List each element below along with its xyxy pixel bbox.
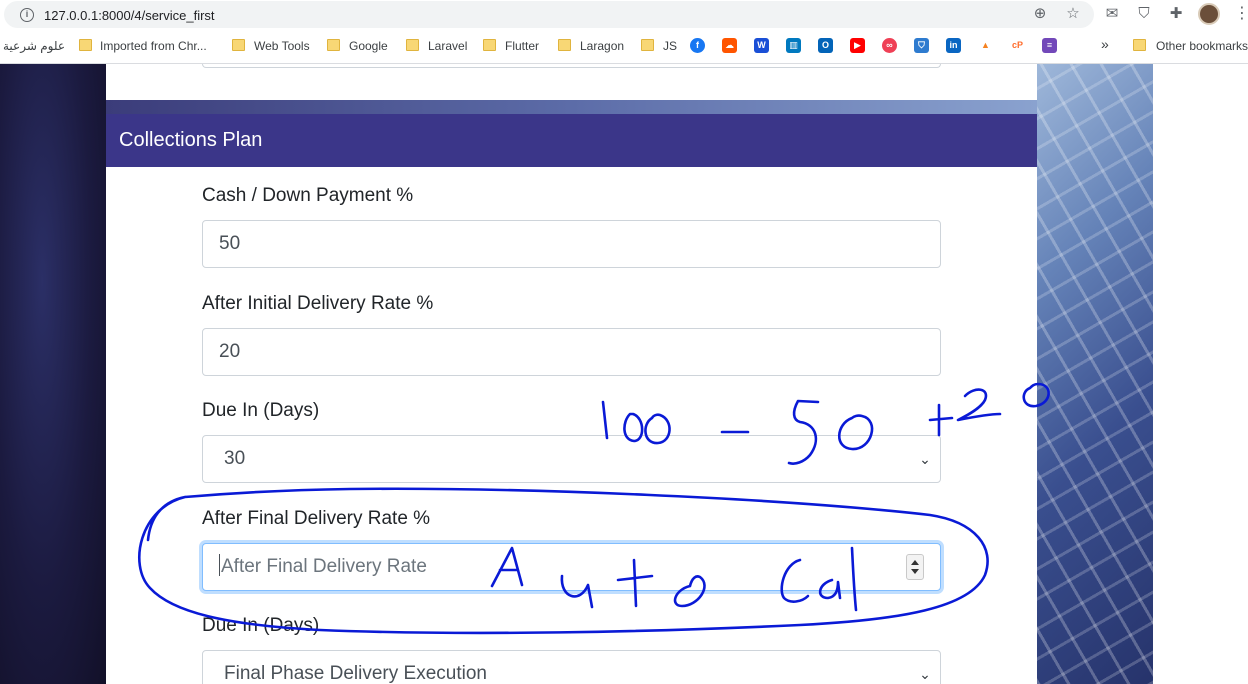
folder-icon — [406, 39, 419, 51]
due-in-days-label: Due In (Days) — [202, 400, 320, 421]
notes-icon[interactable]: ≡ — [1042, 38, 1057, 53]
other-bookmarks[interactable]: Other bookmarks — [1156, 38, 1248, 54]
bookmark-web-tools[interactable]: Web Tools — [254, 38, 310, 54]
spin-up-arrow-icon[interactable] — [911, 560, 919, 565]
chevron-down-icon: ⌄ — [919, 451, 931, 467]
word-icon[interactable]: W — [754, 38, 769, 53]
soundcloud-icon[interactable]: ☁ — [722, 38, 737, 53]
folder-icon — [232, 39, 245, 51]
background-right-image — [1037, 64, 1153, 684]
more-bookmarks-chevron[interactable]: » — [1101, 36, 1109, 52]
final-delivery-input[interactable]: After Final Delivery Rate — [202, 543, 941, 591]
bookmark-flutter[interactable]: Flutter — [505, 38, 539, 54]
previous-card-bottom — [106, 64, 1037, 100]
pocket-icon[interactable]: ∞ — [882, 38, 897, 53]
background-left-image — [0, 64, 106, 684]
trello-icon[interactable]: ▥ — [786, 38, 801, 53]
folder-icon — [483, 39, 496, 51]
linkedin-icon[interactable]: in — [946, 38, 961, 53]
final-phase-select[interactable]: Final Phase Delivery Execution ⌄ — [202, 650, 941, 684]
address-bar-area: i 127.0.0.1:8000/4/service_first ⊕ ☆ ✉ ⛉… — [0, 0, 1248, 29]
site-info-icon[interactable]: i — [20, 8, 34, 22]
text-caret — [219, 554, 220, 576]
shield-extension-icon[interactable]: ⛉ — [1134, 4, 1154, 24]
folder-icon — [1133, 39, 1146, 51]
final-delivery-placeholder: After Final Delivery Rate — [221, 556, 427, 577]
bookmark-imported[interactable]: Imported from Chr... — [100, 38, 207, 54]
previous-input-edge[interactable] — [202, 64, 941, 68]
initial-delivery-input[interactable]: 20 — [202, 328, 941, 376]
card-header: Collections Plan — [106, 114, 1037, 167]
card-title: Collections Plan — [119, 129, 263, 151]
down-payment-label: Cash / Down Payment % — [202, 185, 414, 206]
menu-dots-icon[interactable]: ⋮ — [1234, 5, 1248, 23]
page-viewport: Collections Plan Cash / Down Payment % 5… — [0, 64, 1248, 684]
due-in-days-select[interactable]: 30 ⌄ — [202, 435, 941, 483]
folder-icon — [641, 39, 654, 51]
folder-icon — [558, 39, 571, 51]
bookmark-laragon[interactable]: Laragon — [580, 38, 624, 54]
spin-down-arrow-icon[interactable] — [911, 569, 919, 574]
profile-avatar[interactable] — [1198, 3, 1220, 25]
outlook-icon[interactable]: O — [818, 38, 833, 53]
phpmyadmin-icon[interactable]: ▲ — [978, 38, 993, 53]
cpanel-icon[interactable]: cP — [1010, 38, 1025, 53]
bitwarden-icon[interactable]: ⛉ — [914, 38, 929, 53]
due-in-days-value: 30 — [224, 448, 246, 469]
url-text[interactable]: 127.0.0.1:8000/4/service_first — [44, 8, 215, 23]
mail-extension-icon[interactable]: ✉ — [1102, 4, 1122, 24]
final-delivery-label: After Final Delivery Rate % — [202, 508, 431, 529]
bookmark-arabic[interactable]: علوم شرعية — [3, 38, 65, 54]
background-strip — [106, 100, 1037, 114]
number-spinner[interactable] — [906, 554, 924, 580]
zoom-icon[interactable]: ⊕ — [1030, 4, 1050, 24]
folder-icon — [327, 39, 340, 51]
bookmark-google[interactable]: Google — [349, 38, 388, 54]
bookmark-laravel[interactable]: Laravel — [428, 38, 467, 54]
youtube-icon[interactable]: ▶ — [850, 38, 865, 53]
extensions-puzzle-icon[interactable]: ✚ — [1166, 4, 1186, 24]
omnibox[interactable]: i 127.0.0.1:8000/4/service_first — [4, 1, 1094, 28]
folder-icon — [79, 39, 92, 51]
chevron-down-icon: ⌄ — [919, 666, 931, 682]
initial-delivery-label: After Initial Delivery Rate % — [202, 293, 434, 314]
bookmark-star-icon[interactable]: ☆ — [1063, 4, 1083, 24]
due-in-days-label-2: Due In (Days) — [202, 615, 320, 636]
down-payment-input[interactable]: 50 — [202, 220, 941, 268]
facebook-icon[interactable]: f — [690, 38, 705, 53]
final-phase-value: Final Phase Delivery Execution — [224, 663, 487, 684]
bookmark-js[interactable]: JS — [663, 38, 677, 54]
bookmarks-bar: علوم شرعية Imported from Chr... Web Tool… — [0, 29, 1248, 64]
